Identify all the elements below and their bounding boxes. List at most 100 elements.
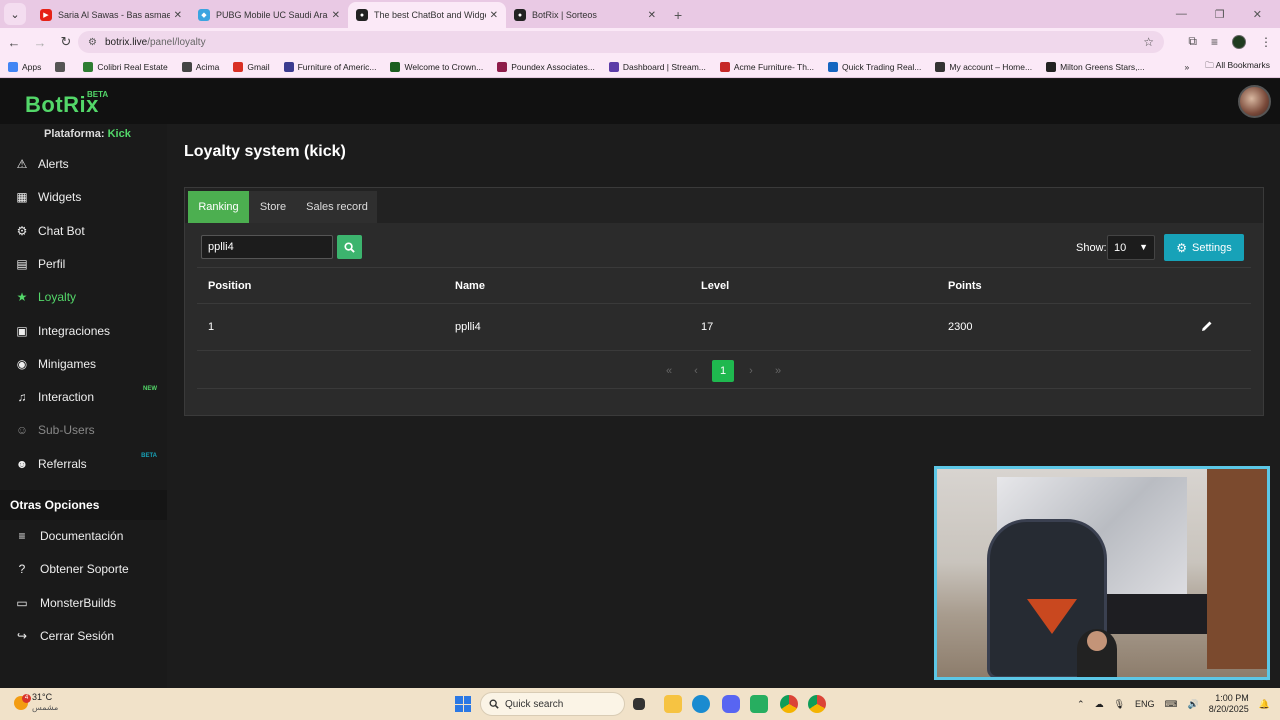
edit-pencil-icon[interactable] (1201, 319, 1213, 337)
windows-start-icon[interactable] (455, 696, 471, 712)
header-level[interactable]: Level (701, 280, 729, 292)
tab-sales-record[interactable]: Sales record (297, 191, 377, 223)
search-button[interactable] (337, 235, 362, 259)
weather-widget[interactable]: 4 31°C مشمس (14, 692, 58, 713)
notifications-icon[interactable]: 🔔 (1259, 699, 1270, 710)
header-points[interactable]: Points (948, 280, 982, 292)
microphone-icon[interactable]: 🎙 (1114, 699, 1125, 710)
user-avatar[interactable] (1238, 85, 1271, 118)
settings-button[interactable]: ⚙ Settings (1164, 234, 1244, 261)
minimize-icon[interactable]: — (1176, 8, 1187, 20)
search-input[interactable] (201, 235, 333, 259)
sidebar-item-monsterbuilds[interactable]: ▭ MonsterBuilds (0, 588, 167, 618)
menu-icon[interactable]: ⋮ (1260, 35, 1272, 49)
language-indicator[interactable]: ENG (1135, 699, 1155, 709)
new-tab-button[interactable]: + (674, 7, 682, 23)
bookmark-item[interactable]: Dashboard | Stream... (608, 61, 706, 72)
sidebar-item-chat-bot[interactable]: ⚙ Chat Bot (0, 216, 167, 246)
sidebar-item-minigames[interactable]: ◉ Minigames (0, 349, 167, 379)
sidebar-item-referrals[interactable]: ☻ Referrals BETA (0, 449, 167, 479)
bookmark-item[interactable]: Furniture of Americ... (283, 61, 376, 72)
sidebar-item-perfil[interactable]: ▤ Perfil (0, 249, 167, 279)
bookmark-favicon-icon (55, 61, 66, 72)
chrome-icon[interactable] (780, 695, 798, 713)
sidebar-item-documentaci-n[interactable]: ≡ Documentación (0, 521, 167, 551)
first-page-button[interactable]: « (658, 360, 680, 382)
network-icon[interactable]: ⌨ (1165, 699, 1178, 710)
sidebar-item-sub-users[interactable]: ☺ Sub-Users (0, 415, 167, 445)
tab-ranking[interactable]: Ranking (188, 191, 249, 223)
more-bookmarks-icon[interactable]: » (1185, 62, 1190, 72)
bookmark-item[interactable]: Milton Greens Stars,... (1046, 61, 1145, 72)
bookmark-item[interactable]: Acima (181, 61, 219, 72)
reload-button[interactable]: ↻ (54, 34, 78, 50)
sidebar-item-loyalty[interactable]: ★ Loyalty (0, 282, 167, 312)
header-name[interactable]: Name (455, 280, 485, 292)
prev-page-button[interactable]: ‹ (685, 360, 707, 382)
profile-icon[interactable] (1232, 34, 1246, 49)
nav-badge: NEW (143, 386, 157, 393)
browser-tab-strip: ⌄ ▶ Saria Al Sawas - Bas asmae Min ✕ ◆ P… (0, 0, 1280, 28)
file-explorer-icon[interactable] (664, 695, 682, 713)
sidebar: Plataforma: Kick ⚠ Alerts ▦ Widgets ⚙ Chat Bo… (0, 124, 167, 688)
site-info-icon[interactable]: ⚙ (88, 37, 97, 48)
extensions-icon[interactable]: ⧉ (1188, 34, 1197, 49)
next-page-button[interactable]: › (740, 360, 762, 382)
tab-store[interactable]: Store (249, 191, 297, 223)
close-tab-icon[interactable]: ✕ (174, 10, 182, 21)
browser-tab-3[interactable]: ● The best ChatBot and Widgets ✕ (348, 2, 506, 28)
bookmark-item[interactable] (55, 61, 69, 72)
sidebar-item-integraciones[interactable]: ▣ Integraciones (0, 316, 167, 346)
close-tab-icon[interactable]: ✕ (648, 10, 656, 21)
chrome-profile-icon[interactable] (808, 695, 826, 713)
sidebar-item-widgets[interactable]: ▦ Widgets (0, 182, 167, 212)
browser-tab-1[interactable]: ▶ Saria Al Sawas - Bas asmae Min ✕ (32, 2, 190, 28)
page-1-button[interactable]: 1 (712, 360, 734, 382)
bookmark-item[interactable]: Poundex Associates... (497, 61, 595, 72)
bookmark-item[interactable]: Gmail (233, 61, 270, 72)
folder-icon: 🗀 (1205, 60, 1216, 70)
sidebar-item-label: Referrals (38, 456, 87, 471)
sidebar-item-cerrar-sesi-n[interactable]: ↪ Cerrar Sesión (0, 621, 167, 651)
bookmark-item[interactable]: Apps (8, 61, 41, 72)
restore-icon[interactable]: ❐ (1215, 8, 1225, 21)
bookmark-item[interactable]: Acme Furniture- Th... (719, 61, 814, 72)
volume-icon[interactable]: 🔊 (1188, 699, 1199, 710)
url-input[interactable]: ⚙ botrix.live/panel/loyalty ☆ (78, 31, 1164, 53)
sidebar-item-label: Chat Bot (38, 223, 85, 238)
tray-chevron-icon[interactable]: ⌃ (1077, 699, 1085, 710)
last-page-button[interactable]: » (767, 360, 789, 382)
bookmark-item[interactable]: Quick Trading Real... (828, 61, 921, 72)
sidebar-item-interaction[interactable]: ♫ Interaction NEW (0, 382, 167, 412)
close-window-icon[interactable]: ✕ (1253, 8, 1262, 21)
page-size-select[interactable]: 10 ▼ (1107, 235, 1155, 260)
browser-tab-4[interactable]: ● BotRix | Sorteos ✕ (506, 2, 664, 28)
sidebar-item-obtener-soporte[interactable]: ? Obtener Soporte (0, 554, 167, 584)
close-tab-icon[interactable]: ✕ (332, 10, 340, 21)
media-icon[interactable]: ≡ (1211, 35, 1218, 49)
onedrive-icon[interactable]: ☁ (1095, 699, 1104, 710)
forward-button[interactable]: → (28, 35, 52, 50)
task-view-icon[interactable] (633, 698, 645, 710)
tab-search-icon[interactable]: ⌄ (4, 3, 26, 25)
bookmark-item[interactable]: My account – Home... (935, 61, 1032, 72)
discord-icon[interactable] (722, 695, 740, 713)
browser-tab-2[interactable]: ◆ PUBG Mobile UC Saudi Arabia | ✕ (190, 2, 348, 28)
app-icon[interactable] (750, 695, 768, 713)
taskbar-search[interactable]: Quick search (480, 692, 625, 716)
close-tab-icon[interactable]: ✕ (490, 10, 498, 21)
edge-icon[interactable] (692, 695, 710, 713)
bookmark-label: Poundex Associates... (511, 61, 595, 72)
loyalty-tabs: Ranking Store Sales record (185, 188, 1263, 223)
tab-title: PUBG Mobile UC Saudi Arabia | (216, 10, 328, 20)
header-position[interactable]: Position (208, 280, 251, 292)
bookmark-item[interactable]: Welcome to Crown... (390, 61, 483, 72)
bookmark-star-icon[interactable]: ☆ (1143, 35, 1154, 49)
all-bookmarks-folder[interactable]: 🗀 All Bookmarks (1205, 60, 1270, 74)
sidebar-item-alerts[interactable]: ⚠ Alerts (0, 149, 167, 179)
bookmark-item[interactable]: Colibri Real Estate (83, 61, 168, 72)
sidebar-icon: ▤ (16, 256, 28, 271)
windows-taskbar: 4 31°C مشمس Quick search ⌃ ☁ 🎙 ENG ⌨ 🔊 1… (0, 688, 1280, 720)
clock[interactable]: 1:00 PM 8/20/2025 (1209, 693, 1249, 715)
back-button[interactable]: ← (2, 35, 26, 50)
